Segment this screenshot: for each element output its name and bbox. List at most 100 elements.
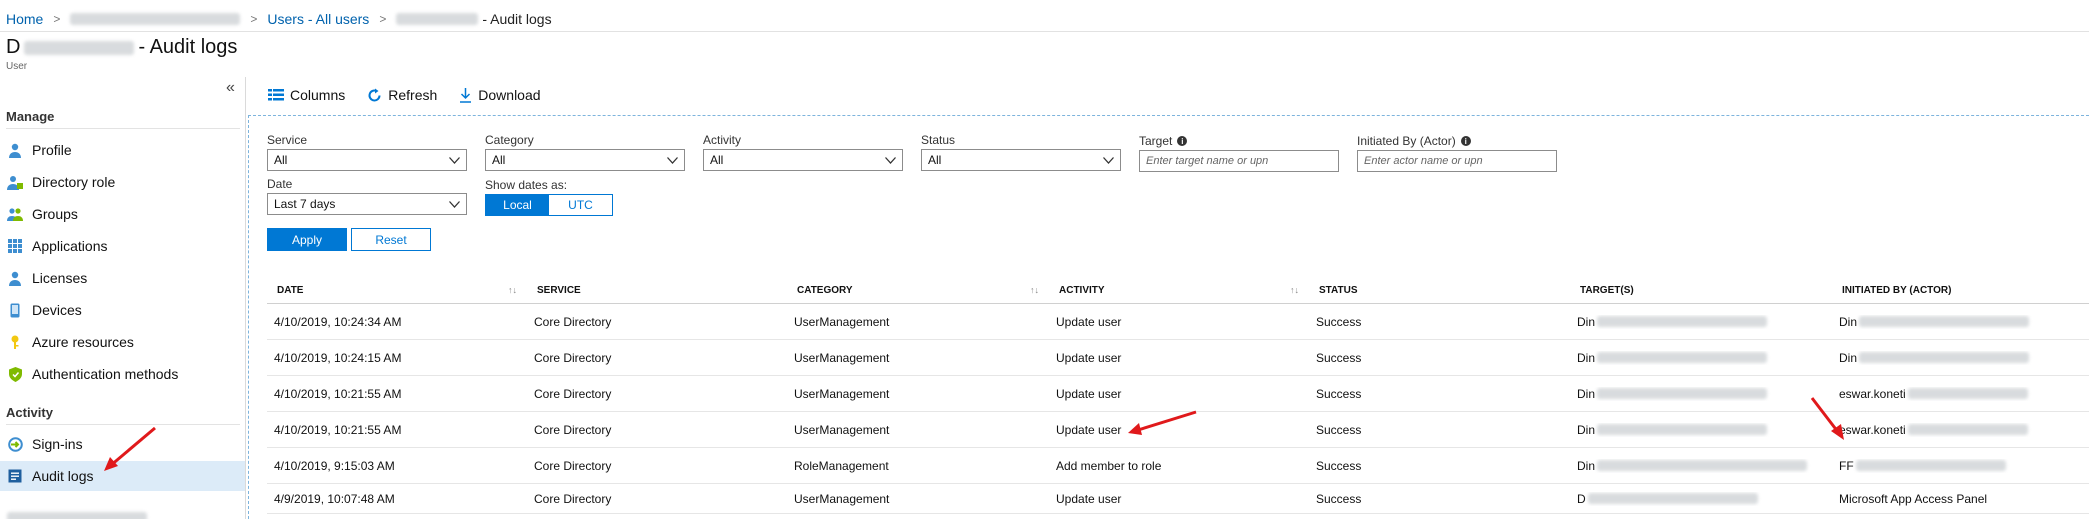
toggle-utc-option[interactable]: UTC <box>549 195 612 215</box>
sidebar-item-audit-logs[interactable]: Audit logs <box>0 461 245 491</box>
columns-button[interactable]: Columns <box>268 87 345 103</box>
cell-target-text: Din <box>1577 386 1596 401</box>
directory-role-icon <box>7 174 23 190</box>
cell-actor-text: Din <box>1839 314 1858 329</box>
cell-actor: eswar.koneti <box>1832 423 2089 437</box>
status-select[interactable]: All <box>921 149 1121 171</box>
column-header-label: Activity <box>1059 285 1105 296</box>
service-select[interactable]: All <box>267 149 467 171</box>
cell-target-text: Din <box>1577 458 1596 473</box>
column-header-targets[interactable]: Target(s) <box>1570 285 1832 296</box>
blurred-actor <box>1855 460 2006 471</box>
sort-icon[interactable]: ↑↓ <box>1030 285 1039 295</box>
sidebar-item-label: Groups <box>32 206 78 222</box>
sort-icon[interactable]: ↑↓ <box>1290 285 1299 295</box>
applications-grid-icon <box>7 238 23 254</box>
collapse-sidebar-icon[interactable]: « <box>226 79 235 97</box>
reset-button[interactable]: Reset <box>351 228 431 251</box>
column-header-status[interactable]: Status <box>1309 285 1570 296</box>
sidebar-item-applications[interactable]: Applications <box>0 231 245 261</box>
page-header: D - Audit logs User <box>6 36 237 72</box>
table-row[interactable]: 4/10/2019, 9:15:03 AM Core Directory Rol… <box>267 448 2089 484</box>
target-filter-label: Target <box>1139 134 1173 148</box>
initiated-by-filter-label: Initiated By (Actor) <box>1357 134 1456 148</box>
column-header-activity[interactable]: Activity ↑↓ <box>1049 285 1309 296</box>
cell-service: Core Directory <box>534 422 612 437</box>
cell-service: Core Directory <box>534 491 612 506</box>
table-row[interactable]: 4/10/2019, 10:24:34 AM Core Directory Us… <box>267 304 2089 340</box>
shield-icon <box>7 366 23 382</box>
cell-actor: eswar.koneti <box>1832 387 2089 401</box>
service-filter: Service All <box>267 133 467 171</box>
category-select[interactable]: All <box>485 149 685 171</box>
breadcrumb-users-link[interactable]: Users - All users <box>267 11 369 27</box>
category-filter: Category All <box>485 133 685 171</box>
sidebar-item-label: Sign-ins <box>32 436 83 452</box>
category-select-value: All <box>492 153 506 167</box>
cell-target-text: Din <box>1577 422 1596 437</box>
sidebar-item-licenses[interactable]: Licenses <box>0 263 245 293</box>
date-select[interactable]: Last 7 days <box>267 193 467 215</box>
column-header-service[interactable]: Service <box>527 285 787 296</box>
cell-status: Success <box>1316 314 1362 329</box>
table-row[interactable]: 4/10/2019, 10:21:55 AM Core Directory Us… <box>267 376 2089 412</box>
sidebar-item-groups[interactable]: Groups <box>0 199 245 229</box>
top-divider <box>0 31 2089 32</box>
refresh-icon <box>367 88 382 103</box>
info-icon[interactable]: i <box>1460 136 1471 146</box>
sidebar-item-azure-resources[interactable]: Azure resources <box>0 327 245 357</box>
initiated-by-filter: Initiated By (Actor) i Enter actor name … <box>1357 134 1557 172</box>
sidebar-item-authentication-methods[interactable]: Authentication methods <box>0 359 245 389</box>
sidebar-item-directory-role[interactable]: Directory role <box>0 167 245 197</box>
service-filter-label: Service <box>267 133 308 147</box>
person-icon <box>7 142 23 158</box>
breadcrumb-home-link[interactable]: Home <box>6 11 43 27</box>
cell-actor: FF <box>1832 459 2089 473</box>
toggle-local-option[interactable]: Local <box>486 195 549 215</box>
sort-icon[interactable]: ↑↓ <box>508 285 517 295</box>
page-title-suffix: - Audit logs <box>138 36 238 58</box>
column-header-date[interactable]: Date ↑↓ <box>267 285 527 296</box>
cell-actor-text: eswar.koneti <box>1839 386 1906 401</box>
info-icon[interactable]: i <box>1177 136 1188 146</box>
cell-status: Success <box>1316 491 1362 506</box>
column-header-category[interactable]: Category ↑↓ <box>787 285 1049 296</box>
activity-filter-label: Activity <box>703 133 742 147</box>
column-header-initiated-by[interactable]: Initiated by (actor) <box>1832 285 2089 296</box>
sidebar-item-label: Audit logs <box>32 468 94 484</box>
sidebar-item-devices[interactable]: Devices <box>0 295 245 325</box>
activity-select-value: All <box>710 153 724 167</box>
cell-target: D <box>1570 492 1832 506</box>
sidebar-item-label: Authentication methods <box>32 366 179 382</box>
table-row[interactable]: 4/10/2019, 10:24:15 AM Core Directory Us… <box>267 340 2089 376</box>
breadcrumb-blurred-user <box>396 13 479 25</box>
cell-target-text: D <box>1577 491 1586 506</box>
table-row[interactable]: 4/9/2019, 10:07:48 AM Core Directory Use… <box>267 484 2089 514</box>
sidebar-item-profile[interactable]: Profile <box>0 135 245 165</box>
refresh-label: Refresh <box>388 87 438 103</box>
date-select-value: Last 7 days <box>274 197 336 211</box>
cell-service: Core Directory <box>534 458 612 473</box>
breadcrumb-blurred-tenant[interactable] <box>70 13 241 25</box>
target-input[interactable]: Enter target name or upn <box>1139 150 1339 172</box>
column-header-label: Category <box>797 285 853 296</box>
column-header-label: Date <box>277 285 304 296</box>
license-icon <box>7 270 23 286</box>
sidebar-item-partial[interactable] <box>0 493 245 519</box>
blurred-target <box>1597 424 1768 435</box>
cell-activity: Update user <box>1056 422 1122 437</box>
audit-log-icon <box>7 468 23 484</box>
sidebar-item-sign-ins[interactable]: Sign-ins <box>0 429 245 459</box>
groups-icon <box>7 206 23 222</box>
page-title: D - Audit logs <box>6 36 237 59</box>
refresh-button[interactable]: Refresh <box>367 87 437 103</box>
section-divider <box>6 128 240 129</box>
cell-actor-text: eswar.koneti <box>1839 422 1906 437</box>
download-button[interactable]: Download <box>459 87 541 103</box>
cell-actor: Microsoft App Access Panel <box>1839 491 1988 506</box>
initiated-by-input[interactable]: Enter actor name or upn <box>1357 150 1557 172</box>
table-row[interactable]: 4/10/2019, 10:21:55 AM Core Directory Us… <box>267 412 2089 448</box>
activity-select[interactable]: All <box>703 149 903 171</box>
apply-button[interactable]: Apply <box>267 228 347 251</box>
sidebar: « Manage Profile Directory role Groups A… <box>0 77 246 519</box>
